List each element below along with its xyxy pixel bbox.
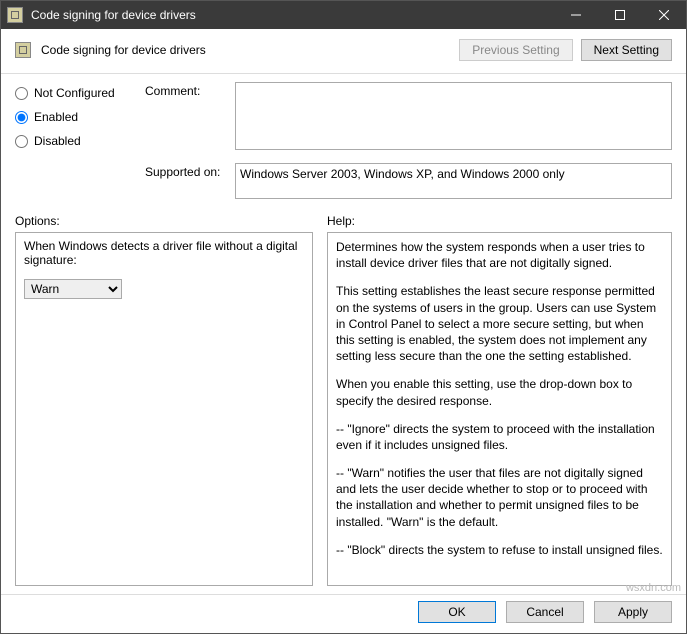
supported-on-text [235, 163, 672, 199]
help-text: -- "Warn" notifies the user that files a… [336, 465, 663, 530]
signature-action-select[interactable]: IgnoreWarnBlock [24, 279, 122, 299]
radio-label: Not Configured [34, 86, 115, 100]
radio-disabled-input[interactable] [15, 135, 28, 148]
radio-label: Disabled [34, 134, 81, 148]
radio-disabled[interactable]: Disabled [15, 134, 131, 148]
options-heading: Options: [15, 214, 313, 228]
titlebar: Code signing for device drivers [1, 1, 686, 29]
next-setting-button[interactable]: Next Setting [581, 39, 672, 61]
apply-button[interactable]: Apply [594, 601, 672, 623]
dialog-footer: OK Cancel Apply [1, 594, 686, 633]
radio-enabled[interactable]: Enabled [15, 110, 131, 124]
help-heading: Help: [327, 214, 355, 228]
close-button[interactable] [642, 1, 686, 29]
help-text: Determines how the system responds when … [336, 239, 663, 271]
ok-button[interactable]: OK [418, 601, 496, 623]
comment-label: Comment: [145, 82, 235, 98]
cancel-button[interactable]: Cancel [506, 601, 584, 623]
radio-not-configured-input[interactable] [15, 87, 28, 100]
help-text: This setting establishes the least secur… [336, 283, 663, 364]
minimize-button[interactable] [554, 1, 598, 29]
help-text: When you enable this setting, use the dr… [336, 376, 663, 408]
maximize-button[interactable] [598, 1, 642, 29]
supported-on-label: Supported on: [145, 163, 235, 179]
options-panel: When Windows detects a driver file witho… [15, 232, 313, 586]
watermark: wsxdn.com [626, 582, 681, 594]
policy-icon [7, 7, 23, 23]
radio-enabled-input[interactable] [15, 111, 28, 124]
previous-setting-button[interactable]: Previous Setting [459, 39, 572, 61]
help-text: -- "Block" directs the system to refuse … [336, 542, 663, 558]
policy-icon [15, 42, 31, 58]
help-panel: Determines how the system responds when … [327, 232, 672, 586]
dialog-header: Code signing for device drivers Previous… [1, 29, 686, 74]
radio-not-configured[interactable]: Not Configured [15, 86, 131, 100]
comment-textarea[interactable] [235, 82, 672, 150]
state-radio-group: Not Configured Enabled Disabled [15, 82, 131, 202]
options-prompt: When Windows detects a driver file witho… [24, 239, 304, 267]
help-text: -- "Ignore" directs the system to procee… [336, 421, 663, 453]
radio-label: Enabled [34, 110, 78, 124]
dialog-title: Code signing for device drivers [41, 43, 459, 57]
window-title: Code signing for device drivers [31, 8, 554, 22]
